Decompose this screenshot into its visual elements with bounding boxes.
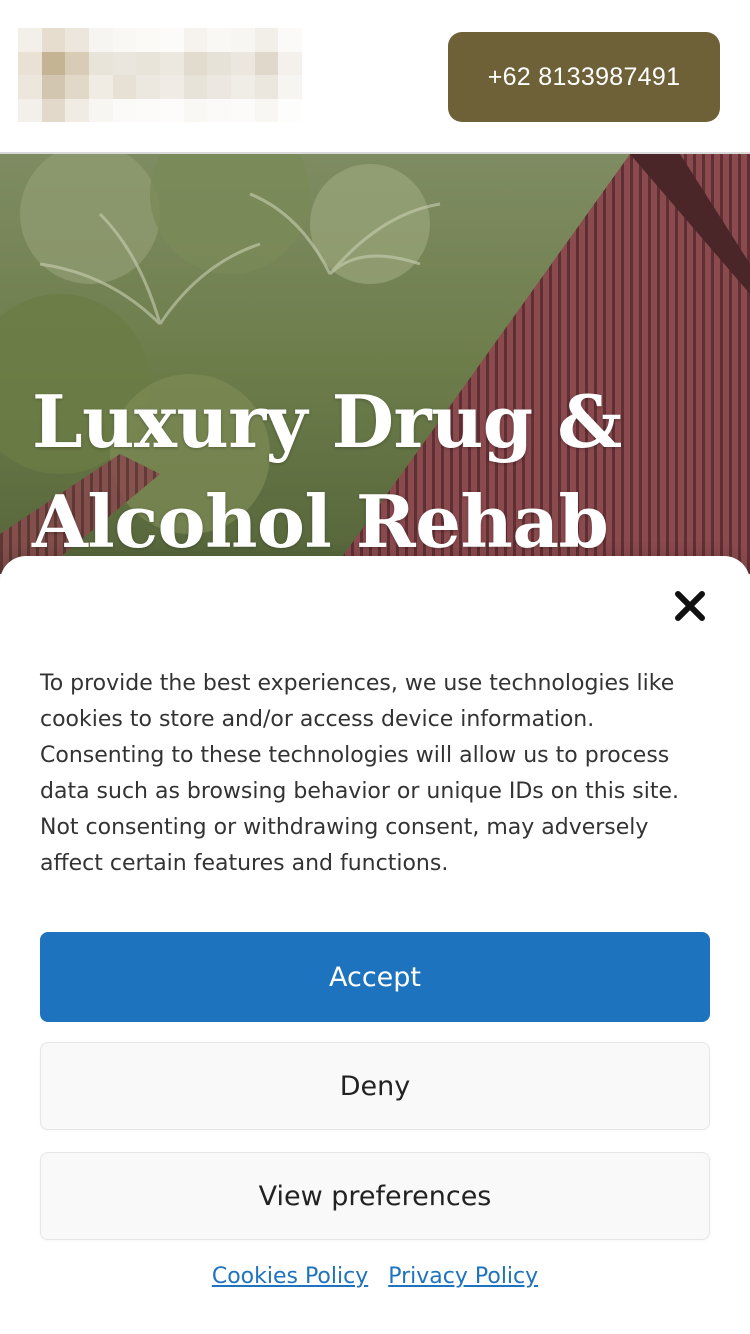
logo-pixel — [41, 51, 66, 75]
logo-pixel — [136, 98, 160, 122]
site-logo[interactable] — [18, 28, 302, 122]
site-header: +62 8133987491 — [0, 0, 750, 154]
logo-pixel — [183, 98, 208, 122]
hero-title: Luxury Drug & Alcohol Rehab — [32, 372, 732, 572]
logo-pixel — [254, 75, 279, 99]
logo-pixel — [159, 98, 184, 122]
logo-pixel — [65, 75, 89, 99]
logo-pixel — [207, 75, 231, 99]
logo-pixel — [41, 28, 66, 52]
logo-pixel — [88, 75, 113, 99]
logo-pixel — [88, 98, 113, 122]
logo-pixel — [278, 75, 302, 99]
close-icon[interactable] — [670, 586, 710, 626]
accept-button[interactable]: Accept — [40, 932, 710, 1022]
logo-pixel — [183, 75, 208, 99]
logo-pixel — [159, 51, 184, 75]
cookie-consent-banner: To provide the best experiences, we use … — [0, 556, 750, 1334]
logo-pixel — [41, 75, 66, 99]
view-preferences-button[interactable]: View preferences — [40, 1152, 710, 1240]
policy-links: Cookies Policy Privacy Policy — [0, 1264, 750, 1289]
logo-pixel — [136, 28, 160, 52]
privacy-policy-link[interactable]: Privacy Policy — [388, 1264, 538, 1289]
logo-pixel — [65, 98, 89, 122]
logo-pixel — [230, 28, 255, 52]
logo-pixel — [183, 51, 208, 75]
hero-title-line-2: Alcohol Rehab — [32, 479, 609, 564]
logo-pixel — [254, 98, 279, 122]
logo-pixel — [112, 28, 137, 52]
logo-pixel — [65, 51, 89, 75]
logo-pixel — [207, 51, 231, 75]
logo-pixel — [230, 98, 255, 122]
logo-pixel — [88, 28, 113, 52]
logo-pixel — [18, 98, 42, 122]
logo-pixel — [88, 51, 113, 75]
logo-pixel — [159, 28, 184, 52]
logo-pixel — [65, 28, 89, 52]
logo-pixel — [159, 75, 184, 99]
logo-pixel — [112, 98, 137, 122]
logo-pixel — [112, 51, 137, 75]
logo-pixel — [207, 98, 231, 122]
logo-pixel — [230, 51, 255, 75]
logo-pixel — [183, 28, 208, 52]
phone-call-button[interactable]: +62 8133987491 — [448, 32, 720, 122]
cookies-policy-link[interactable]: Cookies Policy — [212, 1264, 368, 1289]
logo-pixel — [18, 51, 42, 75]
logo-pixel — [136, 75, 160, 99]
deny-button[interactable]: Deny — [40, 1042, 710, 1130]
logo-pixel — [278, 98, 302, 122]
logo-pixel — [254, 28, 279, 52]
logo-pixel — [136, 51, 160, 75]
logo-pixel — [41, 98, 66, 122]
logo-pixel — [18, 75, 42, 99]
logo-pixel — [230, 75, 255, 99]
logo-pixel — [278, 28, 302, 52]
logo-pixel — [254, 51, 279, 75]
logo-pixel — [18, 28, 42, 52]
hero-banner: Luxury Drug & Alcohol Rehab — [0, 154, 750, 574]
consent-message: To provide the best experiences, we use … — [40, 671, 680, 876]
hero-title-line-1: Luxury Drug & — [32, 379, 622, 464]
logo-pixel — [207, 28, 231, 52]
logo-pixel — [112, 75, 137, 99]
logo-pixel — [278, 51, 302, 75]
